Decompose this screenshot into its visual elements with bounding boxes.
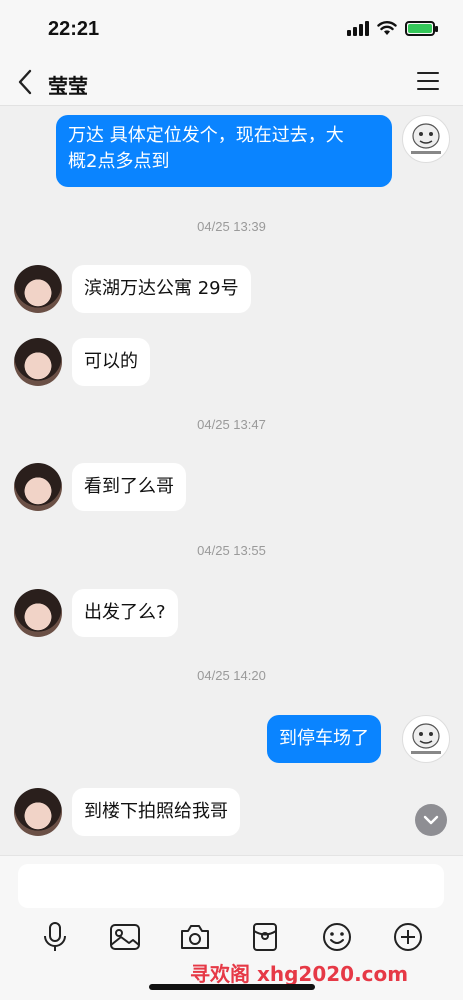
- chat-header: 莹莹: [0, 60, 463, 106]
- incoming-message[interactable]: 滨湖万达公寓 29号: [72, 265, 251, 313]
- my-avatar[interactable]: [402, 715, 450, 763]
- contact-avatar[interactable]: [14, 265, 62, 313]
- back-icon[interactable]: [14, 68, 38, 96]
- outgoing-message[interactable]: 万达 具体定位发个，现在过去，大 概2点多点到: [56, 115, 392, 187]
- message-timestamp: 04/25 13:39: [197, 219, 266, 234]
- my-avatar[interactable]: [402, 115, 450, 163]
- message-timestamp: 04/25 13:55: [197, 543, 266, 558]
- image-icon[interactable]: [108, 920, 142, 954]
- status-bar: 22:21: [0, 0, 463, 60]
- emoji-icon[interactable]: [320, 920, 354, 954]
- mic-icon[interactable]: [38, 920, 72, 954]
- message-input[interactable]: [18, 864, 444, 908]
- watermark: 寻欢阁 xhg2020.com: [190, 962, 409, 986]
- contact-name: 莹莹: [48, 74, 88, 98]
- wifi-icon: [377, 21, 397, 35]
- contact-avatar[interactable]: [14, 338, 62, 386]
- message-timestamp: 04/25 13:47: [197, 417, 266, 432]
- plus-icon[interactable]: [391, 920, 425, 954]
- message-timestamp: 04/25 14:20: [197, 668, 266, 683]
- signal-icon: [347, 20, 369, 36]
- status-icons: [347, 20, 438, 36]
- camera-icon[interactable]: [178, 920, 212, 954]
- status-time: 22:21: [48, 18, 100, 40]
- chat-history[interactable]: 万达 具体定位发个，现在过去，大 概2点多点到 04/25 13:39 滨湖万达…: [0, 107, 463, 855]
- contact-avatar[interactable]: [14, 463, 62, 511]
- contact-avatar[interactable]: [14, 788, 62, 836]
- menu-icon[interactable]: [417, 72, 439, 92]
- incoming-message[interactable]: 到楼下拍照给我哥: [72, 788, 240, 836]
- red-packet-icon[interactable]: [248, 920, 282, 954]
- scroll-to-bottom-button[interactable]: [415, 804, 447, 836]
- contact-avatar[interactable]: [14, 589, 62, 637]
- battery-icon: [405, 20, 438, 36]
- incoming-message[interactable]: 看到了么哥: [72, 463, 186, 511]
- meme-avatar-icon: [411, 723, 441, 754]
- chevron-down-icon: [423, 815, 439, 825]
- incoming-message[interactable]: 可以的: [72, 338, 150, 386]
- incoming-message[interactable]: 出发了么?: [72, 589, 178, 637]
- home-indicator[interactable]: [149, 984, 315, 990]
- outgoing-message[interactable]: 到停车场了: [267, 715, 381, 763]
- meme-avatar-icon: [411, 123, 441, 154]
